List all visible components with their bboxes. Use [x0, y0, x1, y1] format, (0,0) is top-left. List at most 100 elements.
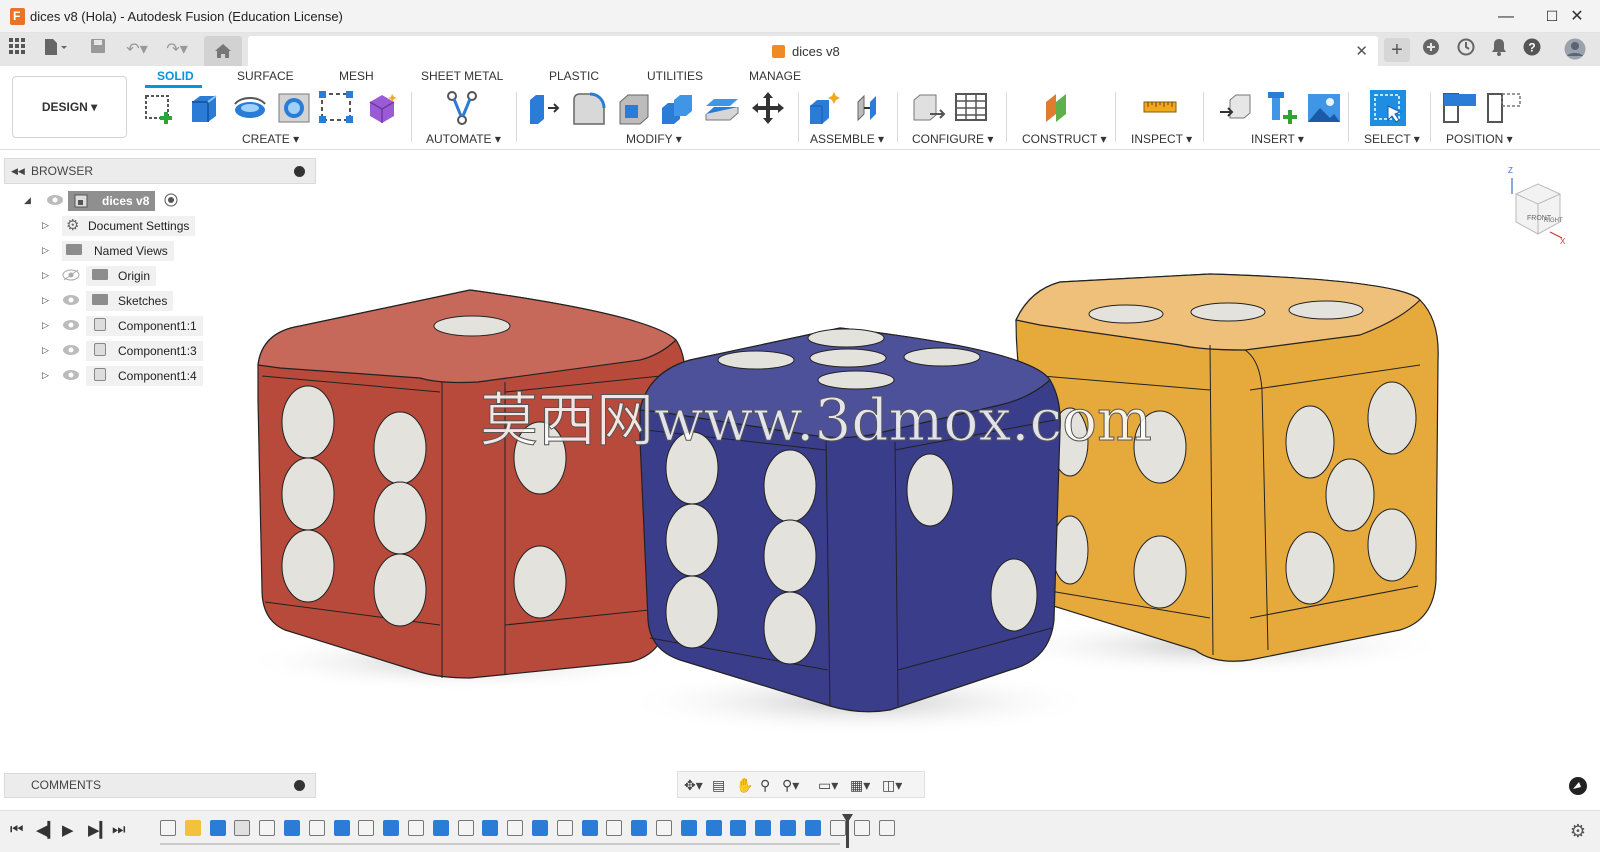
browser-minimize-icon[interactable] [294, 166, 305, 177]
browser-header[interactable]: ◀◀ BROWSER [4, 158, 316, 184]
timeline-extrude-icon[interactable] [705, 820, 722, 836]
tree-item-named-views[interactable]: ▷ Named Views [4, 238, 316, 263]
close-window-button[interactable]: ✕ [1554, 0, 1600, 33]
create-form-icon[interactable] [364, 90, 400, 126]
timeline-sketch-icon[interactable] [358, 820, 375, 836]
comments-panel[interactable]: COMMENTS [4, 773, 316, 798]
timeline-extrude-icon[interactable] [209, 820, 226, 836]
tree-item-sketches[interactable]: ▷ Sketches [4, 288, 316, 313]
red-die[interactable] [257, 289, 686, 679]
orbit-icon[interactable]: ✥▾ [684, 777, 703, 794]
automate-icon[interactable] [444, 90, 480, 126]
revolve-icon[interactable] [232, 90, 268, 126]
configure-parameters-icon[interactable] [910, 90, 946, 126]
configuration-table-icon[interactable] [954, 90, 990, 126]
tab-plastic[interactable]: PLASTIC [549, 69, 599, 83]
timeline-sketch-icon[interactable] [408, 820, 424, 836]
configure-group-label[interactable]: CONFIGURE ▾ [912, 132, 993, 146]
timeline-sketch-icon[interactable] [160, 820, 176, 836]
pan-hand-icon[interactable]: ✋ [736, 777, 753, 794]
grid-settings-icon[interactable]: ▦▾ [850, 777, 870, 794]
measure-icon[interactable] [1142, 90, 1178, 126]
insert-group-label[interactable]: INSERT ▾ [1251, 132, 1304, 146]
expand-arrow-icon[interactable]: ▷ [42, 345, 49, 356]
timeline-extrude-icon[interactable] [780, 820, 796, 836]
file-menu-icon[interactable] [40, 38, 70, 62]
step-back-icon[interactable]: ◀▎ [36, 821, 59, 839]
collapse-panel-icon[interactable]: ◀◀ [11, 159, 25, 183]
offset-plane-icon[interactable] [1042, 90, 1078, 126]
shell-icon[interactable] [616, 90, 652, 126]
timeline-extrude-icon[interactable] [755, 820, 772, 836]
timeline-sketch-icon[interactable] [457, 820, 474, 836]
display-settings-icon[interactable]: ▭▾ [818, 777, 838, 794]
insert-mcmaster-icon[interactable] [1262, 90, 1298, 126]
timeline-extrude-icon[interactable] [581, 820, 598, 836]
press-pull-icon[interactable] [526, 90, 562, 126]
modify-group-label[interactable]: MODIFY ▾ [626, 132, 682, 146]
timeline-joint-icon[interactable] [854, 820, 871, 836]
redo-icon[interactable]: ↷▾ [162, 38, 192, 62]
timeline-extrude-icon[interactable] [532, 820, 548, 836]
select-group-label[interactable]: SELECT ▾ [1364, 132, 1420, 146]
visibility-eye-icon[interactable] [62, 294, 80, 306]
expand-arrow-icon[interactable]: ◢ [24, 195, 31, 206]
workspace-switcher-button[interactable]: DESIGN ▾ [12, 76, 127, 138]
timeline-extrude-icon[interactable] [482, 820, 499, 836]
tab-utilities[interactable]: UTILITIES [647, 69, 703, 83]
offset-face-icon[interactable] [704, 90, 740, 126]
tab-solid[interactable]: SOLID [157, 69, 194, 83]
timeline-extrude-icon[interactable] [631, 820, 648, 836]
tree-item-component-1[interactable]: ▷ Component1:1 [4, 313, 316, 338]
timeline-sketch-icon[interactable] [556, 820, 573, 836]
capture-position-icon[interactable] [1442, 90, 1478, 126]
create-sketch-icon[interactable] [142, 90, 178, 126]
timeline-extrude-icon[interactable] [432, 820, 449, 836]
expand-arrow-icon[interactable]: ▷ [42, 370, 49, 381]
timeline-sketch-icon[interactable] [507, 820, 524, 836]
tree-root[interactable]: ◢ dices v8 [4, 188, 316, 213]
extrude-icon[interactable] [186, 90, 222, 126]
hole-icon[interactable] [276, 90, 312, 126]
add-comment-icon[interactable] [294, 780, 305, 791]
insert-derive-icon[interactable] [1218, 90, 1254, 126]
tree-item-component-4[interactable]: ▷ Component1:4 [4, 363, 316, 388]
viewcube[interactable]: FRONT RIGHT Z X [1508, 166, 1566, 246]
timeline-joint-icon[interactable] [879, 820, 896, 836]
tree-item-component-3[interactable]: ▷ Component1:3 [4, 338, 316, 363]
revert-position-icon[interactable] [1486, 90, 1522, 126]
select-icon[interactable] [1370, 90, 1406, 126]
new-component-icon[interactable] [806, 90, 842, 126]
timeline-extrude-icon[interactable] [284, 820, 300, 836]
joint-icon[interactable] [852, 90, 888, 126]
timeline-extrude-icon[interactable] [333, 820, 350, 836]
hidden-eye-icon[interactable] [62, 269, 80, 281]
timeline-extrude-icon[interactable] [680, 820, 697, 836]
visibility-eye-icon[interactable] [46, 194, 64, 206]
tab-surface[interactable]: SURFACE [237, 69, 294, 83]
combine-icon[interactable] [660, 90, 696, 126]
activate-radio-icon[interactable] [164, 193, 178, 207]
yellow-die[interactable] [1015, 273, 1439, 662]
marking-menu-icon[interactable] [1568, 776, 1588, 796]
step-forward-icon[interactable]: ▶▎ [88, 821, 111, 839]
viewports-icon[interactable]: ◫▾ [882, 777, 902, 794]
tab-manage[interactable]: MANAGE [749, 69, 801, 83]
tree-item-origin[interactable]: ▷ Origin [4, 263, 316, 288]
undo-icon[interactable]: ↶▾ [122, 38, 152, 62]
help-icon[interactable]: ? [1521, 38, 1543, 62]
expand-arrow-icon[interactable]: ▷ [42, 245, 49, 256]
play-icon[interactable]: ▶ [62, 821, 74, 839]
timeline-pattern-icon[interactable] [606, 820, 623, 836]
timeline-joint-icon[interactable] [829, 820, 846, 836]
new-tab-plus-icon[interactable]: + [1384, 38, 1410, 62]
construct-group-label[interactable]: CONSTRUCT ▾ [1022, 132, 1106, 146]
expand-arrow-icon[interactable]: ▷ [42, 320, 49, 331]
position-group-label[interactable]: POSITION ▾ [1446, 132, 1513, 146]
timeline-marker[interactable] [846, 816, 849, 848]
timeline-form-icon[interactable] [184, 820, 201, 836]
pattern-icon[interactable] [318, 90, 354, 126]
close-tab-icon[interactable]: ✕ [1355, 42, 1368, 60]
extensions-icon[interactable] [1420, 38, 1442, 62]
timeline-extrude-icon[interactable] [804, 820, 821, 836]
